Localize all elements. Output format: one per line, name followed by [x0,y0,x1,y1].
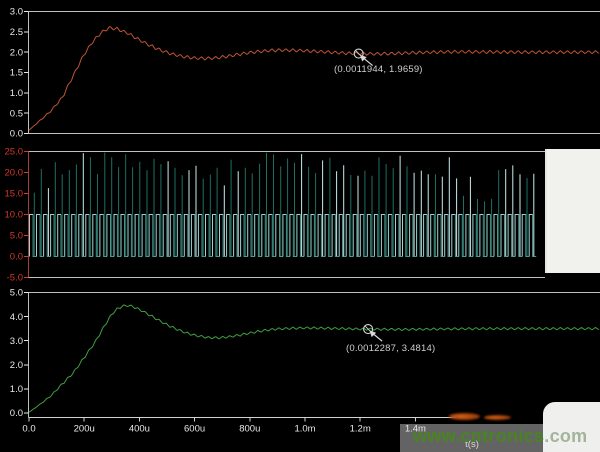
x-tick-label: 600u [184,424,205,435]
watermark-text-suffix: .com [544,426,587,446]
waveform-viewer-window: 3.0 2.5 2.0 1.5 1.0 0.5 0.0 25.0 20.0 15.0 10.0 5.0… [0,0,600,452]
y-tick-label: 2.0 [10,360,23,371]
x-tick-label: 1.2m [350,424,371,435]
cursor-readout-top: (0.0011944, 1.9659) [334,64,423,75]
y-tick-label: 1.0 [10,384,23,395]
x-tick-label: 800u [239,424,260,435]
y-tick-label: 0.0 [10,252,23,263]
x-tick-label: 1.0m [294,424,315,435]
plot-canvas[interactable]: 3.0 2.5 2.0 1.5 1.0 0.5 0.0 25.0 20.0 15.0 10.0 5.0… [0,0,600,452]
y-tick-label: 3.0 [10,7,23,18]
y-tick-label: 3.0 [10,336,23,347]
y-tick-label: -5.0 [7,273,23,284]
y-tick-label: 0.0 [10,408,23,419]
watermark-text-main: www.cntronics [413,426,544,446]
trace-output-voltage-1[interactable] [29,27,599,130]
y-tick-label: 4.0 [10,312,23,323]
y-tick-label: 25.0 [5,147,24,158]
cursor-readout-bottom: (0.0012287, 3.4814) [346,343,435,354]
y-tick-label: 5.0 [10,288,23,299]
y-tick-label: 0.0 [10,129,23,140]
x-tick-label: 200u [74,424,95,435]
trace-switching-waveform-spikes [34,153,527,257]
y-tick-label: 10.0 [5,210,24,221]
y-tick-label: 5.0 [10,231,23,242]
y-tick-label: 2.0 [10,47,23,58]
trace-output-voltage-2[interactable] [29,305,599,412]
x-tick-label: 0.0 [22,424,35,435]
y-tick-label: 1.5 [10,68,23,79]
y-tick-label: 1.0 [10,88,23,99]
y-tick-label: 2.5 [10,27,23,38]
y-tick-label: 0.5 [10,108,23,119]
axis-artifact-smudge [484,415,511,420]
y-tick-label: 20.0 [5,168,24,179]
x-tick-label: 400u [129,424,150,435]
axis-artifact-smudge [449,413,480,420]
y-tick-label: 15.0 [5,189,24,200]
watermark-text: www.cntronics.com [413,426,587,447]
